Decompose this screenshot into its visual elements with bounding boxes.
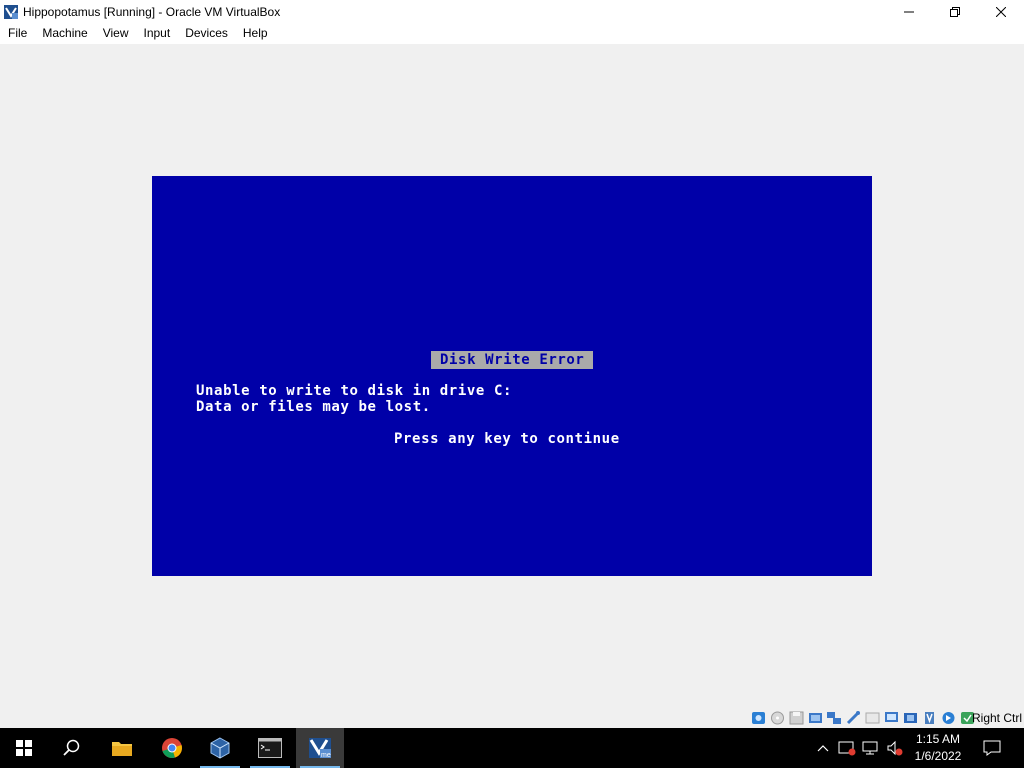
- menu-view[interactable]: View: [95, 23, 136, 44]
- windows-logo-icon: [16, 740, 32, 756]
- notifications-icon[interactable]: [980, 728, 1004, 768]
- hard-disk-icon[interactable]: [750, 710, 767, 726]
- host-key-label[interactable]: Right Ctrl: [972, 711, 1022, 725]
- shared-folders-icon[interactable]: [864, 710, 881, 726]
- chrome-button[interactable]: [148, 728, 196, 768]
- folder-icon: [112, 742, 132, 756]
- restore-button[interactable]: [932, 0, 978, 23]
- search-icon: [63, 739, 80, 756]
- virtualbox-manager-button[interactable]: [196, 728, 244, 768]
- title-bar: Hippopotamus [Running] - Oracle VM Virtu…: [0, 0, 1024, 23]
- restore-icon: [950, 6, 960, 17]
- close-icon: [996, 6, 1006, 17]
- clock-time: 1:15 AM: [915, 732, 961, 746]
- minimize-button[interactable]: [886, 0, 932, 23]
- terminal-icon: [258, 738, 282, 758]
- chrome-icon: [162, 738, 182, 758]
- clock[interactable]: 1:15 AM 1/6/2022: [900, 731, 976, 765]
- taskbar: me 1:15 AM 1/6/2022: [0, 728, 1024, 768]
- menu-input[interactable]: Input: [136, 23, 178, 44]
- optical-drive-icon[interactable]: [769, 710, 786, 726]
- mouse-integration-icon[interactable]: [940, 710, 957, 726]
- error-message-line: Data or files may be lost.: [196, 399, 431, 415]
- window-title: Hippopotamus [Running] - Oracle VM Virtu…: [23, 4, 281, 19]
- action-center-alert-icon[interactable]: [836, 728, 858, 768]
- file-explorer-button[interactable]: [98, 728, 146, 768]
- svg-text:me: me: [321, 752, 331, 759]
- minimize-icon: [904, 11, 914, 12]
- floppy-icon[interactable]: [788, 710, 805, 726]
- virtualbox-app-icon[interactable]: [3, 4, 19, 20]
- start-button[interactable]: [0, 728, 48, 768]
- command-prompt-button[interactable]: [246, 728, 294, 768]
- vm-status-bar: Right Ctrl: [0, 708, 1024, 728]
- menu-file[interactable]: File: [0, 23, 34, 44]
- menu-devices[interactable]: Devices: [177, 23, 235, 44]
- guest-screen[interactable]: Disk Write Error Unable to write to disk…: [152, 176, 872, 576]
- menu-bar: File Machine View Input Devices Help: [0, 23, 1024, 44]
- menu-help[interactable]: Help: [235, 23, 275, 44]
- audio-icon[interactable]: [807, 710, 824, 726]
- virtualbox-vm-icon: me: [309, 738, 331, 759]
- error-message-line: Unable to write to disk in drive C:: [196, 383, 513, 399]
- virtualbox-cube-icon: [210, 737, 230, 759]
- recording-icon[interactable]: [902, 710, 919, 726]
- cpu-icon[interactable]: [921, 710, 938, 726]
- clock-date: 1/6/2022: [914, 749, 962, 763]
- search-button[interactable]: [48, 728, 96, 768]
- menu-machine[interactable]: Machine: [34, 23, 94, 44]
- virtualbox-vm-button[interactable]: me: [296, 728, 344, 768]
- continue-prompt: Press any key to continue: [394, 431, 620, 447]
- chevron-up-icon[interactable]: [814, 728, 832, 768]
- usb-icon[interactable]: [845, 710, 862, 726]
- network-icon[interactable]: [860, 728, 882, 768]
- network-icon[interactable]: [826, 710, 843, 726]
- display-icon[interactable]: [883, 710, 900, 726]
- close-button[interactable]: [978, 0, 1024, 23]
- vm-display-area[interactable]: Disk Write Error Unable to write to disk…: [0, 44, 1024, 708]
- error-title: Disk Write Error: [431, 351, 594, 369]
